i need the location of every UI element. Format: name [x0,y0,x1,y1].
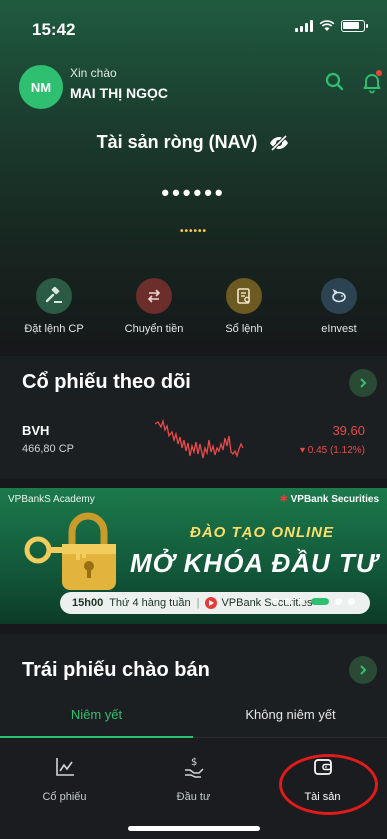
stock-sparkline [155,418,244,459]
quick-action-order-book[interactable]: Sổ lệnh [199,278,289,335]
quick-action-place-order[interactable]: Đặt lệnh CP [9,278,99,335]
youtube-icon [205,597,218,609]
carousel-dot[interactable] [335,598,342,605]
carousel-dot-active[interactable] [311,598,329,605]
bonds-more-button[interactable] [349,656,377,684]
hide-eye-icon[interactable] [268,135,290,152]
quick-action-label: Sổ lệnh [225,323,263,335]
quick-action-label: Chuyển tiền [124,323,184,335]
tab-listed[interactable]: Niêm yết [0,707,193,722]
status-bar: 15:42 [0,0,387,48]
carousel-dot[interactable] [298,598,305,605]
banner-academy: VPBankS Academy [8,494,95,505]
status-icons [295,20,368,32]
promo-banner[interactable]: VPBankS Academy ✱ VPBank Securities ĐÀO … [0,488,387,624]
tab-unlisted[interactable]: Không niêm yết [194,707,387,722]
home-indicator[interactable] [128,826,260,831]
quick-action-transfer[interactable]: Chuyển tiền [109,278,199,335]
carousel-dot[interactable] [348,598,355,605]
lock-key-icon [24,512,116,590]
bonds-title: Trái phiếu chào bán [22,659,210,681]
banner-line1: ĐÀO TẠO ONLINE [190,524,334,541]
nav-title: Tài sản ròng (NAV) [0,132,387,153]
notification-badge [376,70,382,76]
banner-separator: | [196,597,200,609]
gavel-icon [36,278,72,314]
chevron-right-icon [360,378,367,388]
carousel-dot[interactable] [285,598,292,605]
stock-price: 39.60 [332,423,365,438]
bottom-nav-label: Đầu tư [176,791,211,803]
bottom-nav-invest[interactable]: $ Đầu tư [129,756,258,803]
quick-action-label: Đặt lệnh CP [24,323,84,335]
transfer-icon [136,278,172,314]
banner-brand-text: VPBank Securities [290,494,379,505]
signal-icon [295,20,313,32]
banner-time: 15h00 [72,597,104,609]
wifi-icon [319,20,335,31]
avatar[interactable]: NM [19,65,63,109]
bottom-nav-label: Cổ phiếu [42,791,87,803]
nav-title-label: Tài sản ròng (NAV) [96,132,258,152]
carousel-dots[interactable] [272,598,355,605]
greeting-text: Xin chào [70,66,117,80]
invest-icon: $ [184,757,204,778]
carousel-dot[interactable] [272,598,279,605]
banner-brand: ✱ VPBank Securities [279,494,379,505]
search-icon[interactable] [323,70,347,94]
battery-icon [341,20,368,32]
nav-sub-value: •••••• [179,226,207,237]
chevron-right-icon [360,665,367,675]
username: MAI THỊ NGỌC [70,85,168,101]
piggy-bank-icon [321,278,357,314]
quick-action-einvest[interactable]: eInvest [294,278,384,335]
bottom-nav-stocks[interactable]: Cổ phiếu [0,756,129,803]
stock-change: ▾ 0.45 (1.12%) [299,445,365,456]
quick-action-label: eInvest [321,323,357,335]
svg-text:$: $ [191,757,197,768]
nav-value: •••••• [161,180,226,205]
banner-schedule: Thứ 4 hàng tuần [109,597,191,609]
stock-code: BVH [22,423,50,438]
bonds-section [0,634,387,738]
watchlist-title: Cổ phiếu theo dõi [22,371,191,393]
order-book-icon [226,278,262,314]
stock-volume: 466,80 CP [22,443,74,455]
highlight-annotation-ring [279,754,378,815]
notification-button[interactable] [360,70,384,94]
watchlist-more-button[interactable] [349,369,377,397]
status-time: 15:42 [32,20,76,39]
banner-line2: MỞ KHÓA ĐẦU TƯ [130,548,378,578]
chart-icon [55,758,74,776]
